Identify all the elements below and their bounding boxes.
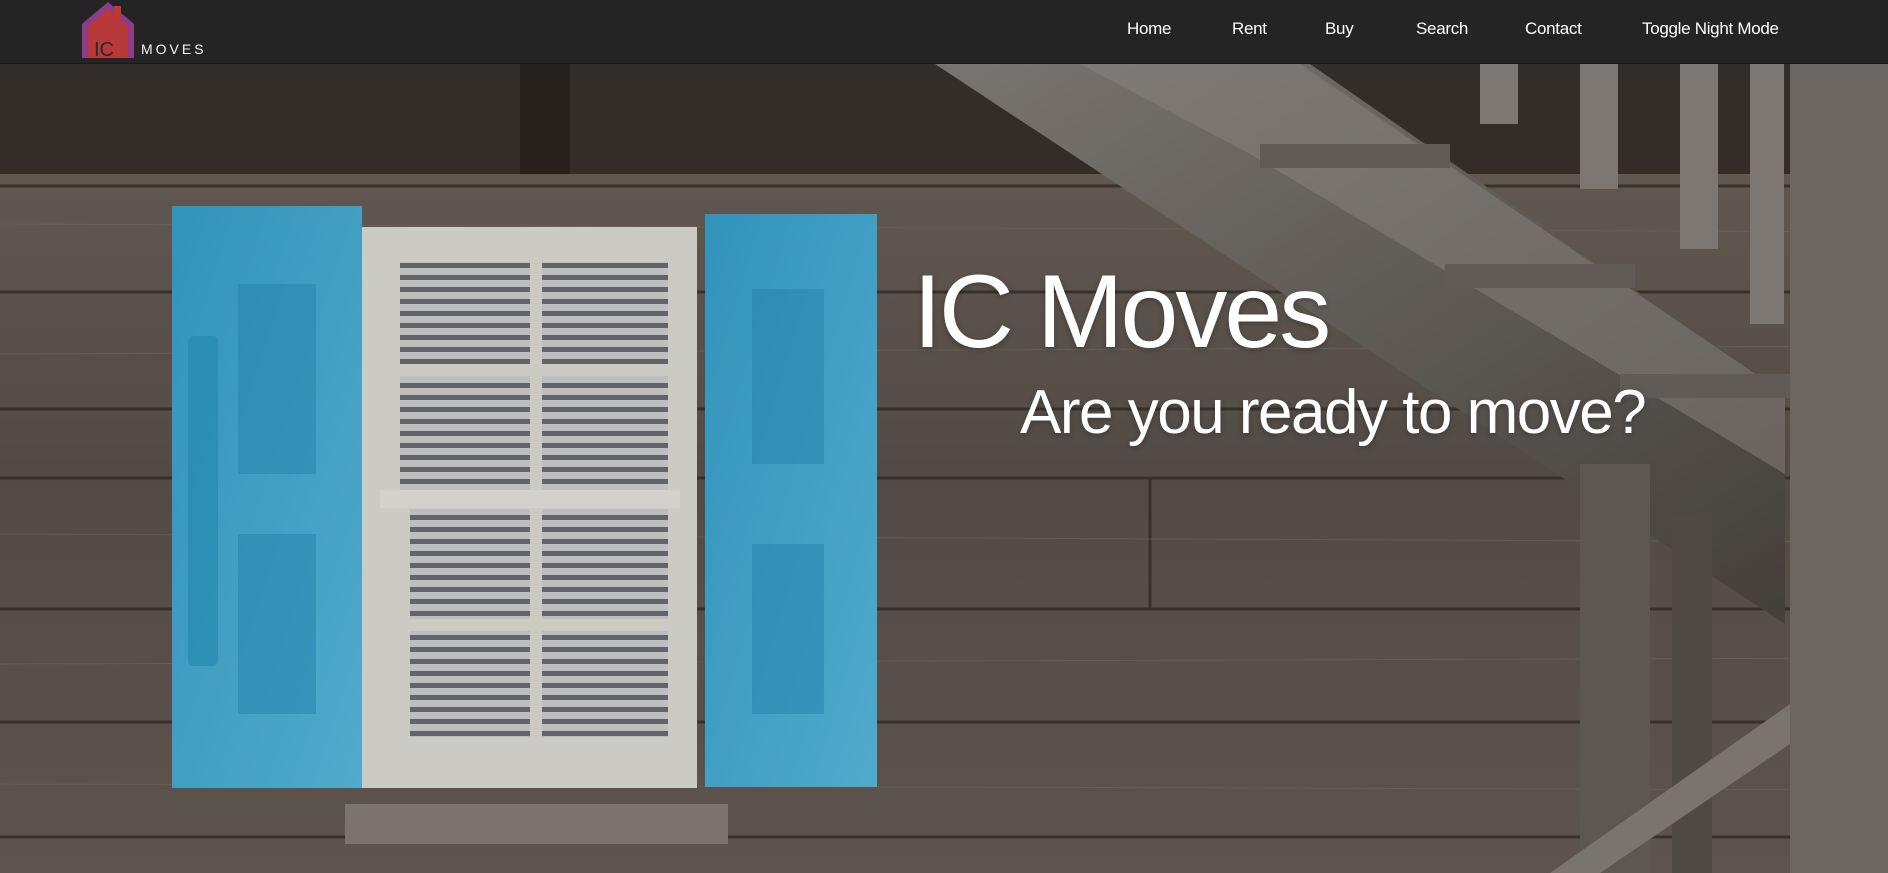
top-navbar: IC MOVES Home Rent Buy Search Contact To… [0, 0, 1888, 64]
hero-background-image [0, 64, 1888, 873]
main-nav: Home Rent Buy Search Contact Toggle Nigh… [0, 0, 1888, 62]
hero-subtitle: Are you ready to move? [1020, 378, 1647, 447]
toggle-night-mode-link[interactable]: Toggle Night Mode [1642, 19, 1779, 39]
nav-buy-link[interactable]: Buy [1325, 19, 1354, 39]
nav-search-link[interactable]: Search [1416, 19, 1468, 39]
hero-banner: IC Moves Are you ready to move? [0, 64, 1888, 873]
nav-contact-link[interactable]: Contact [1525, 19, 1582, 39]
hero-title: IC Moves [913, 254, 1331, 370]
nav-home-link[interactable]: Home [1127, 19, 1171, 39]
nav-rent-link[interactable]: Rent [1232, 19, 1267, 39]
